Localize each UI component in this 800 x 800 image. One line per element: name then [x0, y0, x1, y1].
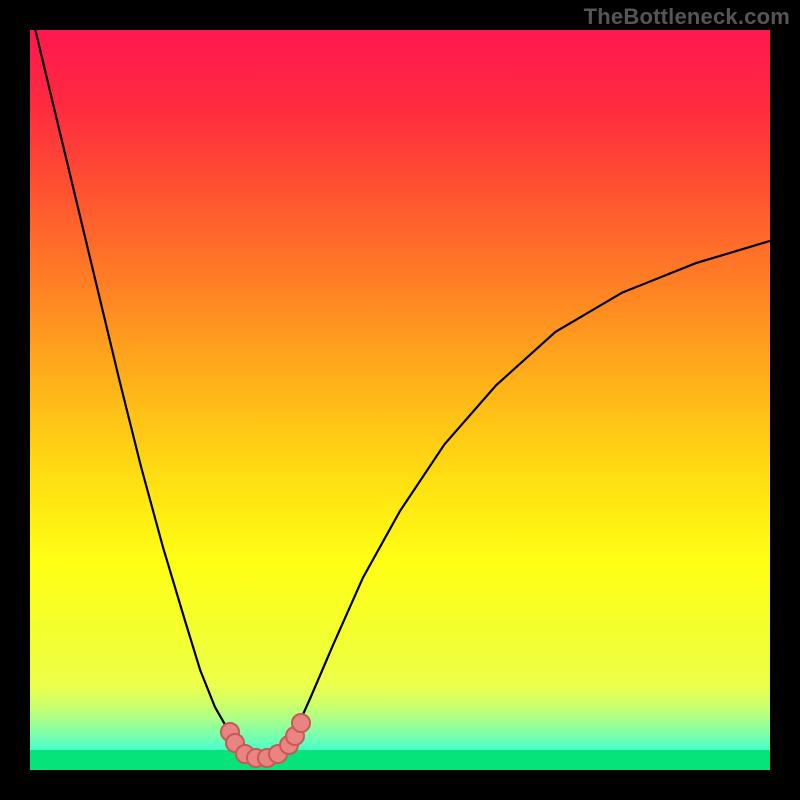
watermark-text: TheBottleneck.com [584, 4, 790, 30]
markers-layer [30, 30, 770, 770]
chart-frame: TheBottleneck.com [0, 0, 800, 800]
plot-area [30, 30, 770, 770]
highlight-marker [291, 713, 311, 733]
